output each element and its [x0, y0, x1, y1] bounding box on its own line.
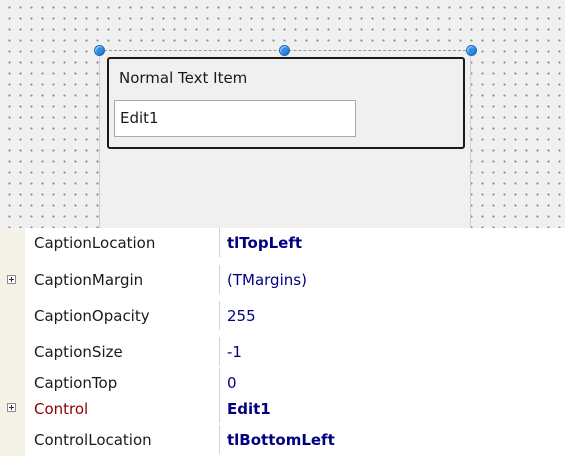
column-divider [219, 394, 220, 423]
ide-window: Normal Text Item Edit1 CaptionLocation t… [0, 0, 565, 456]
property-name: CaptionMargin [34, 271, 144, 289]
selection-grip-top-left[interactable] [94, 45, 105, 56]
property-value[interactable]: 0 [227, 374, 237, 392]
property-value[interactable]: -1 [227, 343, 242, 361]
property-row-caption-location[interactable]: CaptionLocation tlTopLeft [25, 228, 565, 257]
column-divider [219, 368, 220, 397]
property-row-control[interactable]: Control Edit1 [25, 394, 565, 423]
property-value[interactable]: tlBottomLeft [227, 431, 335, 449]
object-inspector: CaptionLocation tlTopLeft CaptionMargin … [0, 228, 565, 456]
property-row-caption-opacity[interactable]: CaptionOpacity 255 [25, 301, 565, 330]
column-divider [219, 425, 220, 454]
property-value[interactable]: 255 [227, 307, 256, 325]
text-item-control[interactable]: Normal Text Item Edit1 [107, 57, 465, 149]
edit1-field-text: Edit1 [120, 109, 159, 127]
text-item-caption: Normal Text Item [119, 69, 248, 87]
column-divider [219, 228, 220, 257]
column-divider [219, 265, 220, 294]
property-name: Control [34, 400, 89, 418]
property-value[interactable]: tlTopLeft [227, 234, 302, 252]
property-row-control-location[interactable]: ControlLocation tlBottomLeft [25, 425, 565, 454]
edit1-field[interactable]: Edit1 [114, 100, 356, 137]
property-name: CaptionTop [34, 374, 118, 392]
expand-caption-margin-icon[interactable] [7, 275, 16, 284]
column-divider [219, 337, 220, 366]
selection-grip-top-right[interactable] [466, 45, 477, 56]
property-row-caption-margin[interactable]: CaptionMargin (TMargins) [25, 265, 565, 294]
expand-control-icon[interactable] [7, 403, 16, 412]
inspector-gutter [0, 228, 25, 456]
form-designer-canvas[interactable]: Normal Text Item Edit1 [0, 0, 565, 228]
panel-edge [470, 50, 471, 228]
property-name: ControlLocation [34, 431, 152, 449]
property-name: CaptionLocation [34, 234, 156, 252]
property-name: CaptionSize [34, 343, 123, 361]
property-row-caption-top[interactable]: CaptionTop 0 [25, 368, 565, 397]
property-name: CaptionOpacity [34, 307, 150, 325]
property-value[interactable]: Edit1 [227, 400, 271, 418]
column-divider [219, 301, 220, 330]
property-value[interactable]: (TMargins) [227, 271, 307, 289]
selection-grip-top-center[interactable] [279, 45, 290, 56]
property-row-caption-size[interactable]: CaptionSize -1 [25, 337, 565, 366]
